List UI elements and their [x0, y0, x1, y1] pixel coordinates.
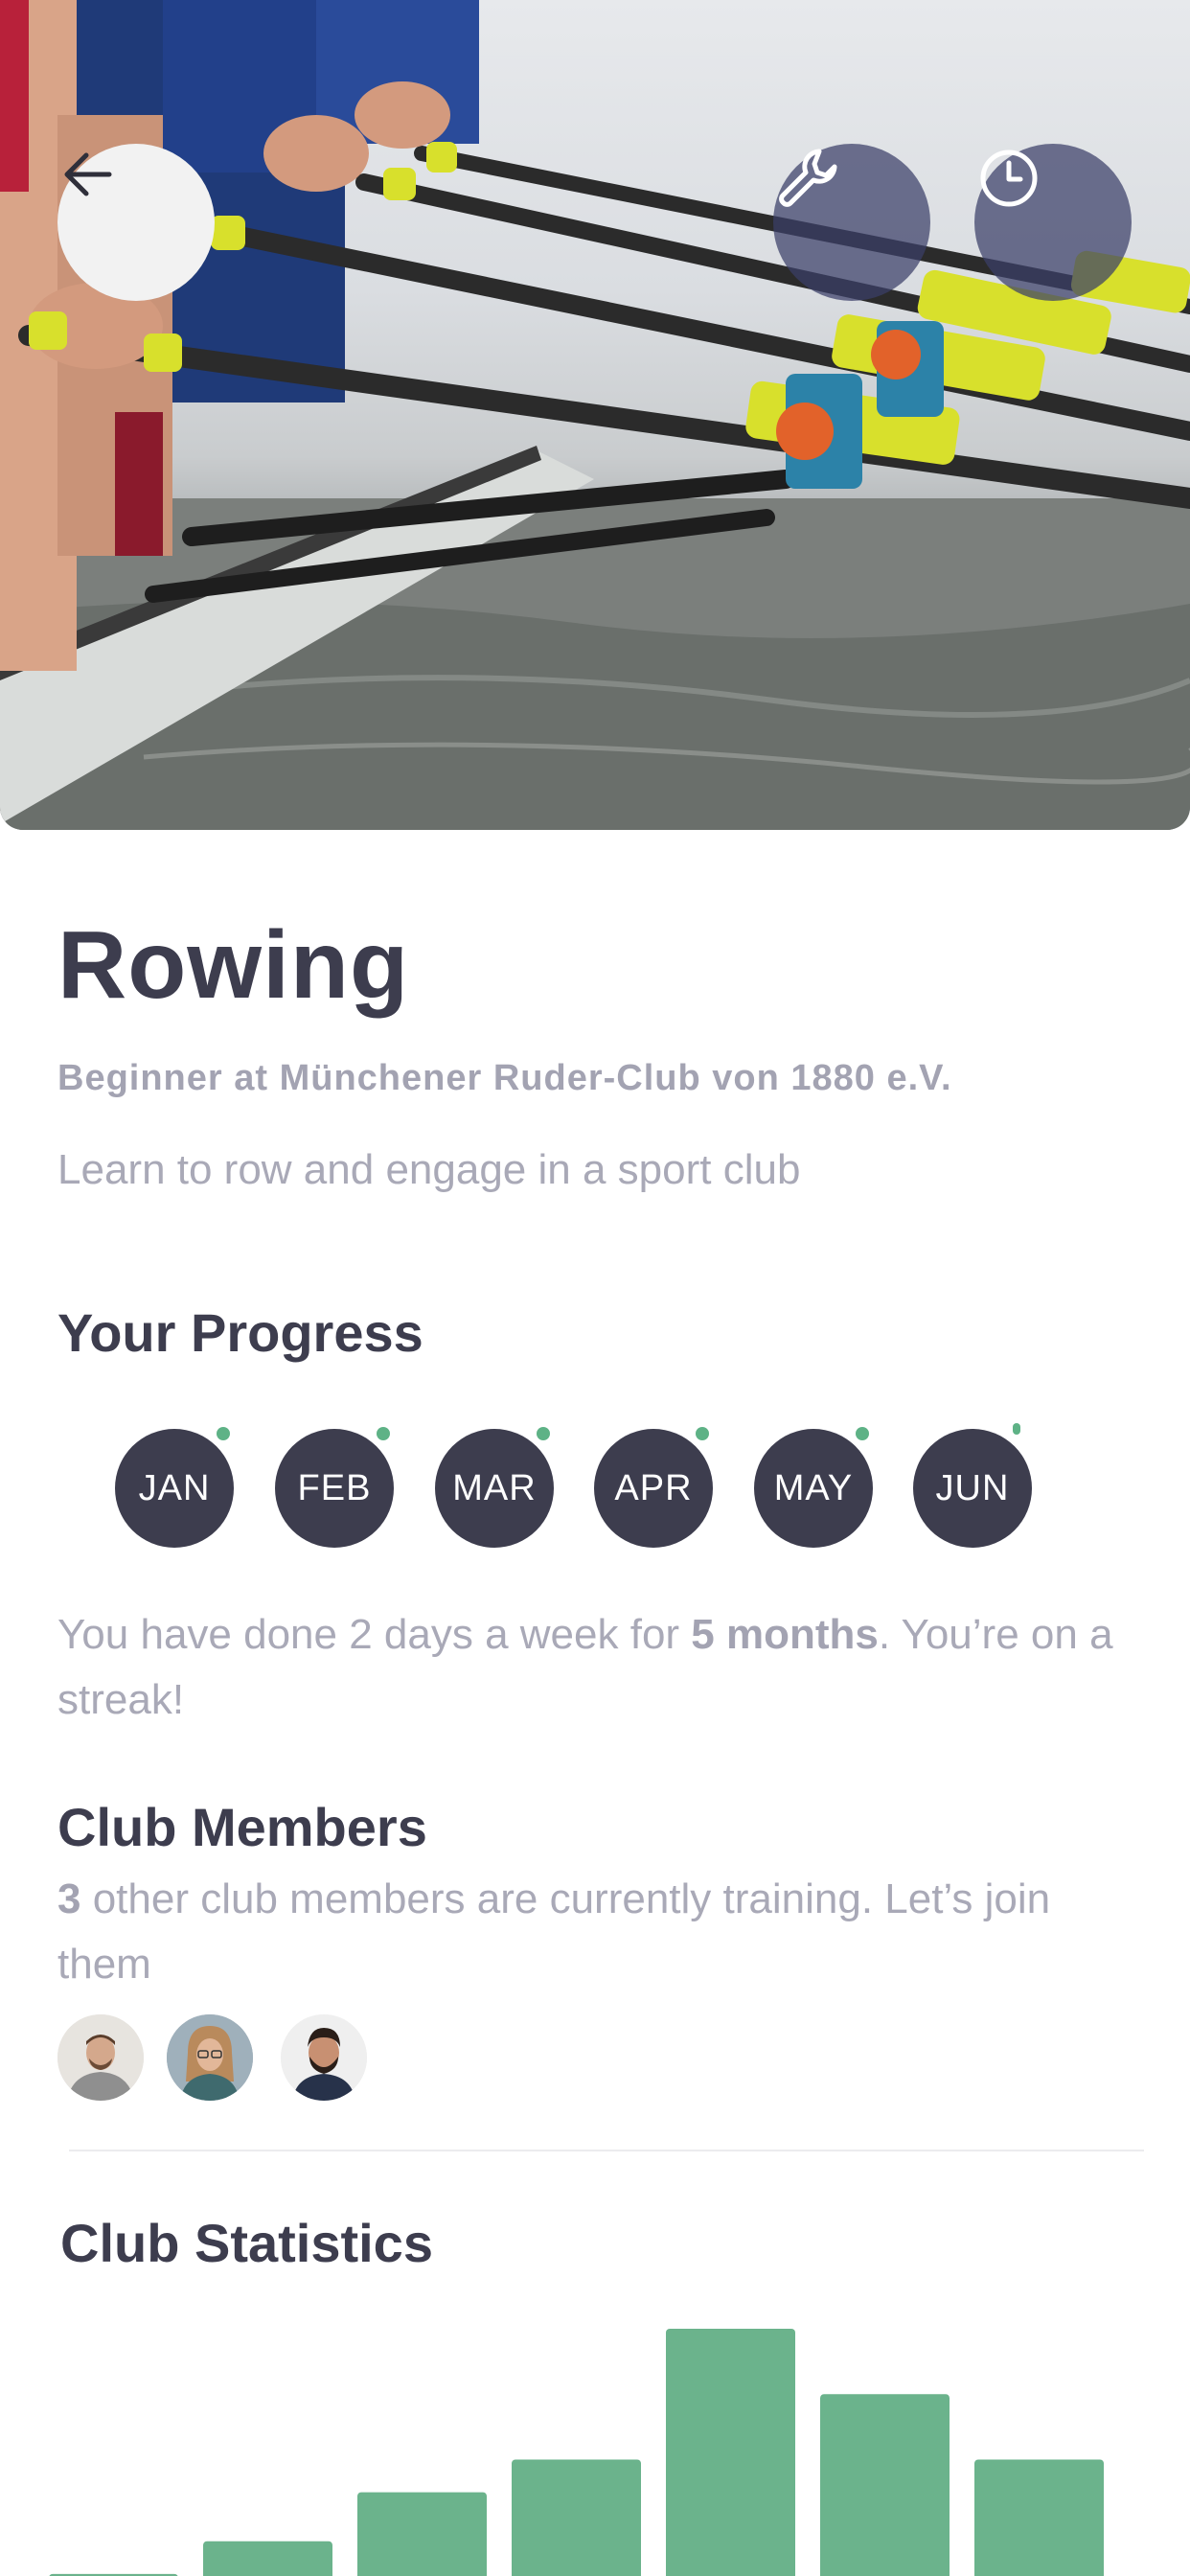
progress-dot	[696, 1427, 709, 1440]
members-count: 3	[57, 1875, 81, 1922]
bar-6	[820, 2394, 950, 2576]
tools-button[interactable]	[773, 144, 930, 301]
streak-prefix: You have done 2 days a week for	[57, 1611, 692, 1658]
progress-dot	[1013, 1423, 1020, 1435]
member-avatars	[57, 2014, 441, 2101]
section-divider	[69, 2150, 1144, 2151]
activity-title: Rowing	[57, 911, 410, 1019]
member-photo	[281, 2014, 367, 2101]
rowing-photo	[0, 0, 1190, 830]
avatar[interactable]	[167, 2014, 253, 2101]
streak-text: You have done 2 days a week for 5 months…	[57, 1602, 1140, 1733]
member-photo	[167, 2014, 253, 2101]
clock-button[interactable]	[974, 144, 1132, 301]
members-message: other club members are currently trainin…	[57, 1875, 1051, 1988]
progress-dot	[537, 1427, 550, 1440]
wrench-icon	[779, 149, 837, 207]
progress-section-title: Your Progress	[57, 1302, 423, 1363]
month-may[interactable]: MAY	[754, 1429, 873, 1548]
month-apr[interactable]: APR	[594, 1429, 713, 1548]
hero-image	[0, 0, 1190, 830]
avatar[interactable]	[57, 2014, 144, 2101]
month-feb[interactable]: FEB	[275, 1429, 394, 1548]
month-jan[interactable]: JAN	[115, 1429, 234, 1548]
member-photo	[57, 2014, 144, 2101]
month-progress-row: JAN FEB MAR APR MAY JUN	[115, 1423, 1073, 1548]
streak-duration: 5 months	[691, 1611, 879, 1658]
members-text: 3 other club members are currently train…	[57, 1867, 1131, 1997]
progress-dot	[217, 1427, 230, 1440]
bar-4	[512, 2459, 641, 2576]
progress-dot	[377, 1427, 390, 1440]
bar-5	[666, 2329, 795, 2576]
bar-2	[203, 2541, 332, 2576]
statistics-section-title: Club Statistics	[60, 2213, 433, 2273]
clock-icon	[980, 150, 1038, 207]
progress-dot	[856, 1427, 869, 1440]
arrow-left-icon	[64, 152, 112, 196]
back-button[interactable]	[57, 144, 215, 301]
avatar[interactable]	[281, 2014, 367, 2101]
club-statistics-chart	[49, 2329, 1104, 2576]
bar-7	[974, 2459, 1104, 2576]
activity-subtitle: Beginner at Münchener Ruder-Club von 188…	[57, 1058, 952, 1098]
month-jun[interactable]: JUN	[913, 1429, 1032, 1548]
month-mar[interactable]: MAR	[435, 1429, 554, 1548]
members-section-title: Club Members	[57, 1797, 427, 1857]
bar-3	[357, 2492, 487, 2576]
activity-description: Learn to row and engage in a sport club	[57, 1146, 801, 1193]
